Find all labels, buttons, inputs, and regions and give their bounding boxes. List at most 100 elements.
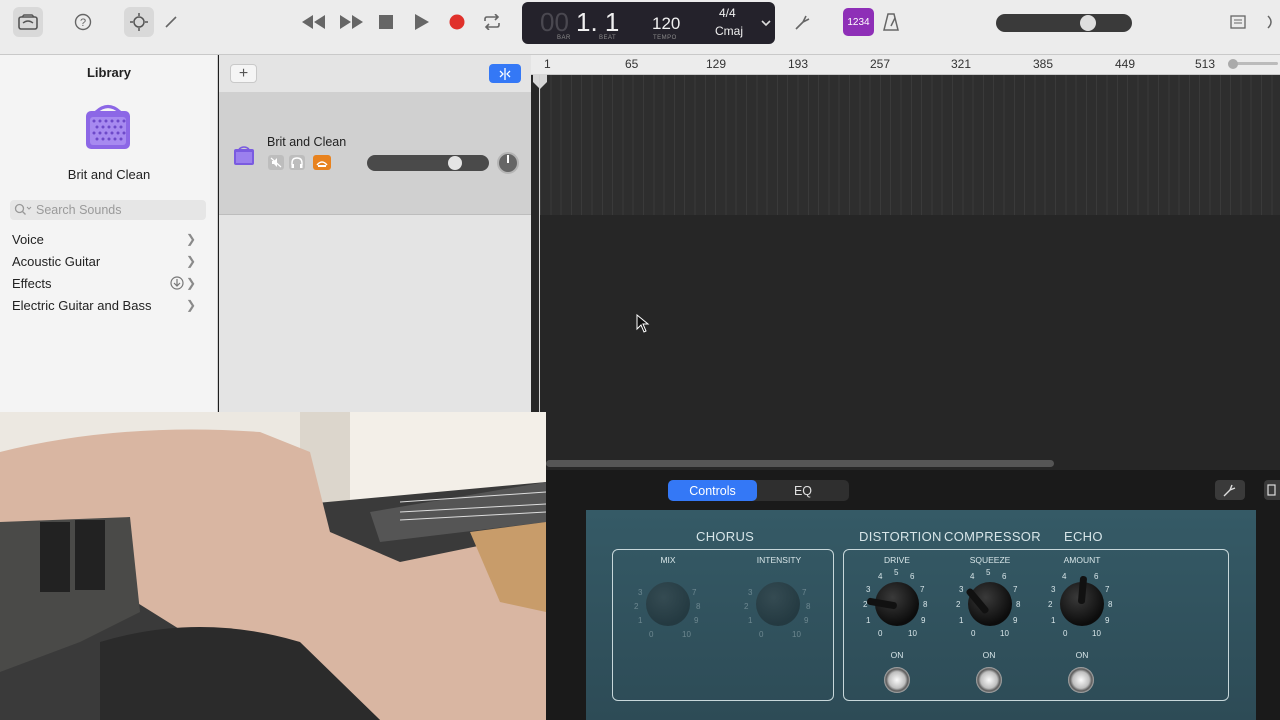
track-name: Brit and Clean [267,135,347,149]
tab-eq[interactable]: EQ [757,480,849,501]
lcd-tempo: 120 [652,14,681,33]
lcd-tempo-label: TEMPO [653,35,677,41]
add-track-button[interactable]: + [230,64,257,83]
drive-on-label: ON [890,650,904,660]
metronome-button[interactable] [876,7,906,37]
record-button[interactable] [442,7,472,37]
library-item-effects[interactable]: Effects ❯ [12,273,202,293]
control-bar: ? 00 1. 1 BAR BEAT 120 TEMPO 4/4 Cmaj 12… [0,0,1280,55]
rewind-button[interactable] [299,7,329,37]
master-volume-slider[interactable] [996,14,1132,32]
distortion-toggle[interactable] [884,667,910,693]
chevron-right-icon: ❯ [185,276,196,290]
playhead-marker[interactable] [532,74,548,95]
horizontal-scrollbar[interactable] [546,460,1054,467]
search-sounds-field[interactable]: Search Sounds [10,200,206,220]
count-in-button[interactable]: 1234 [843,8,874,36]
distortion-title: DISTORTION [859,529,942,544]
input-monitor-icon [316,161,328,167]
stop-button[interactable] [371,7,401,37]
mouse-cursor [636,313,650,339]
master-volume-handle[interactable] [1080,15,1096,31]
squeeze-label: SQUEEZE [969,555,1011,565]
panel-margin [546,510,586,720]
headphones-icon [291,157,303,168]
library-item-acoustic-guitar[interactable]: Acoustic Guitar ❯ [12,251,202,271]
catch-playhead-button[interactable] [489,64,521,83]
drive-label: DRIVE [884,555,910,565]
pan-knob[interactable] [497,152,519,174]
guitar-player-video [0,412,546,720]
download-icon[interactable] [170,276,184,293]
library-item-label: Effects [12,275,52,291]
snap-icon [499,67,511,80]
squeeze-knob[interactable] [965,582,1012,626]
mix-knob[interactable] [646,582,690,626]
amount-label: AMOUNT [1063,555,1101,565]
playhead[interactable] [539,75,540,415]
library-item-electric-guitar-and-bass[interactable]: Electric Guitar and Bass ❯ [12,295,202,315]
lcd-bar-prefix: 00 [540,7,569,37]
mute-button[interactable] [268,155,284,170]
intensity-knob[interactable] [756,582,800,626]
rewind-icon [302,15,325,29]
loop-icon [1267,15,1272,29]
track-header-row[interactable]: Brit and Clean [219,92,531,215]
svg-text:?: ? [80,17,86,29]
amount-on-label: ON [1075,650,1089,660]
panel-icon [1267,484,1276,496]
fast-forward-icon [340,15,363,29]
tab-controls[interactable]: Controls [668,480,757,501]
loop-browser-button[interactable] [1258,7,1280,37]
lcd-display[interactable]: 00 1. 1 BAR BEAT 120 TEMPO 4/4 Cmaj [522,2,775,44]
metronome-icon [883,13,899,31]
fast-forward-button[interactable] [336,7,366,37]
ruler[interactable]: 1 65 129 193 257 321 385 449 513 [531,55,1280,75]
amount-knob[interactable] [1060,575,1104,626]
ruler-label: 513 [1195,57,1216,71]
ruler-label: 129 [706,57,727,71]
solo-button[interactable] [289,155,305,170]
tuning-fork-icon [795,15,810,30]
tuner-button-small[interactable] [1215,480,1245,500]
chevron-down-icon[interactable] [761,14,771,32]
info-button[interactable] [1264,480,1280,500]
track-amp-icon [233,146,255,171]
webcam-overlay [0,412,546,720]
input-monitoring-button[interactable] [313,155,331,170]
ruler-label: 65 [625,57,639,71]
track-lane[interactable] [540,75,1280,215]
ruler-label: 193 [788,57,809,71]
track-volume-handle[interactable] [448,156,462,170]
chorus-title: CHORUS [696,529,755,544]
drive-knob[interactable] [866,582,919,626]
notepad-button[interactable] [1223,7,1253,37]
search-icon [14,203,32,221]
track-volume-slider[interactable] [367,155,489,171]
amp-patch-icon [84,103,132,156]
zoom-slider-handle[interactable] [1228,59,1238,69]
echo-toggle[interactable] [1068,667,1094,693]
compressor-toggle[interactable] [976,667,1002,693]
library-panel: Library Brit and Clean Search Sounds Voi… [0,55,218,415]
library-title: Library [86,65,132,80]
lcd-beat-label: BEAT [599,35,617,41]
pencil-icon [165,16,177,28]
play-button[interactable] [407,7,437,37]
plus-icon: + [238,64,249,82]
editors-button[interactable] [156,7,186,37]
library-item-voice[interactable]: Voice ❯ [12,229,202,249]
quick-help-button[interactable]: ? [68,7,98,37]
mute-icon [270,157,282,168]
play-icon [415,14,429,30]
tuner-button[interactable] [788,7,818,37]
library-item-label: Acoustic Guitar [12,253,101,269]
patch-name: Brit and Clean [67,167,151,182]
notepad-icon [1230,15,1246,29]
count-in-label: 1234 [847,16,870,28]
cycle-button[interactable] [477,7,507,37]
smart-controls-button[interactable] [124,7,154,37]
library-button[interactable] [13,7,43,37]
compressor-title: COMPRESSOR [944,529,1041,544]
chorus-box [612,549,834,701]
